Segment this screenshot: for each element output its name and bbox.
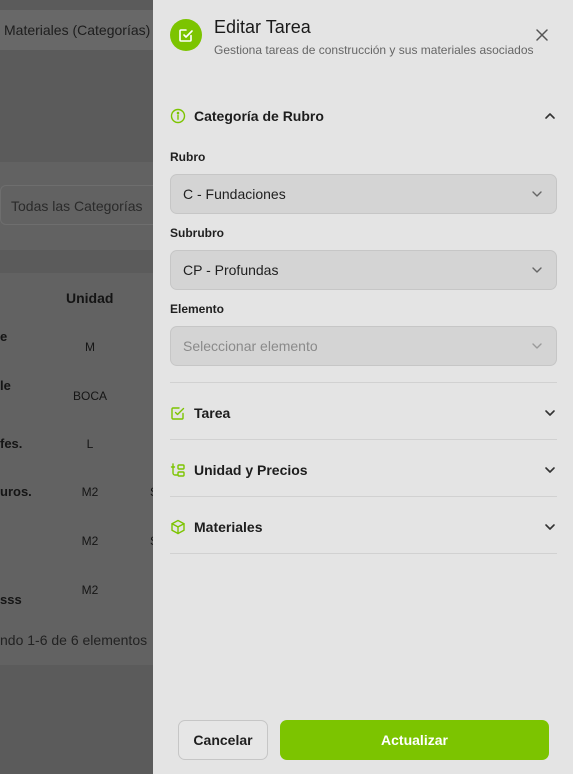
chevron-down-icon bbox=[543, 520, 557, 534]
section-tarea-header[interactable]: Tarea bbox=[170, 401, 557, 425]
elemento-select[interactable]: Seleccionar elemento bbox=[170, 326, 557, 366]
background-row-unit: L bbox=[86, 437, 94, 451]
cancel-button[interactable]: Cancelar bbox=[178, 720, 268, 760]
drawer-title: Editar Tarea bbox=[214, 17, 311, 37]
chevron-down-icon bbox=[543, 463, 557, 477]
elemento-placeholder: Seleccionar elemento bbox=[183, 338, 318, 354]
close-icon bbox=[536, 29, 548, 41]
section-unidad-header[interactable]: Unidad y Precios bbox=[170, 458, 557, 482]
ruler-icon bbox=[170, 462, 186, 478]
background-tab: Materiales (Categorías) bbox=[0, 10, 153, 50]
background-row-name: le bbox=[0, 378, 11, 393]
section-divider bbox=[170, 382, 557, 383]
background-row-name: e bbox=[0, 329, 8, 344]
checkbox-icon bbox=[170, 405, 186, 421]
section-categoria-header[interactable]: Categoría de Rubro bbox=[170, 104, 557, 128]
package-icon bbox=[170, 519, 186, 535]
background-row-unit: M2 bbox=[81, 534, 99, 548]
chevron-down-icon bbox=[530, 339, 544, 353]
background-row-name: fes. bbox=[0, 436, 23, 451]
rubro-value: C - Fundaciones bbox=[183, 186, 286, 202]
drawer-subtitle: Gestiona tareas de construcción y sus ma… bbox=[214, 43, 534, 57]
rubro-select[interactable]: C - Fundaciones bbox=[170, 174, 557, 214]
section-divider bbox=[170, 496, 557, 497]
background-table-header-unit: Unidad bbox=[66, 290, 114, 306]
chevron-down-icon bbox=[543, 406, 557, 420]
background-pagination-text: ndo 1-6 de 6 elementos bbox=[0, 632, 148, 648]
background-category-filter: Todas las Categorías bbox=[0, 185, 153, 225]
background-table bbox=[0, 273, 153, 665]
close-button[interactable] bbox=[533, 26, 551, 44]
background-row-name: uros. bbox=[0, 484, 32, 499]
section-divider bbox=[170, 439, 557, 440]
section-materiales-label: Materiales bbox=[194, 519, 263, 535]
info-icon bbox=[170, 108, 186, 124]
chevron-down-icon bbox=[530, 263, 544, 277]
section-tarea-label: Tarea bbox=[194, 405, 231, 421]
background-row-unit: M2 bbox=[81, 485, 99, 499]
subrubro-select[interactable]: CP - Profundas bbox=[170, 250, 557, 290]
rubro-label: Rubro bbox=[170, 150, 206, 164]
chevron-up-icon bbox=[543, 109, 557, 123]
background-row-unit: M2 bbox=[81, 583, 99, 597]
section-unidad-label: Unidad y Precios bbox=[194, 462, 308, 478]
subrubro-label: Subrubro bbox=[170, 226, 224, 240]
background-row-name: sss bbox=[0, 592, 22, 607]
section-categoria-label: Categoría de Rubro bbox=[194, 108, 324, 124]
task-edit-icon bbox=[170, 19, 202, 51]
background-row-unit: M bbox=[85, 340, 95, 354]
edit-task-drawer: Editar Tarea Gestiona tareas de construc… bbox=[153, 0, 573, 774]
section-divider bbox=[170, 553, 557, 554]
update-button[interactable]: Actualizar bbox=[280, 720, 549, 760]
section-materiales-header[interactable]: Materiales bbox=[170, 515, 557, 539]
background-row-unit: BOCA bbox=[72, 389, 108, 403]
chevron-down-icon bbox=[530, 187, 544, 201]
subrubro-value: CP - Profundas bbox=[183, 262, 279, 278]
elemento-label: Elemento bbox=[170, 302, 225, 316]
